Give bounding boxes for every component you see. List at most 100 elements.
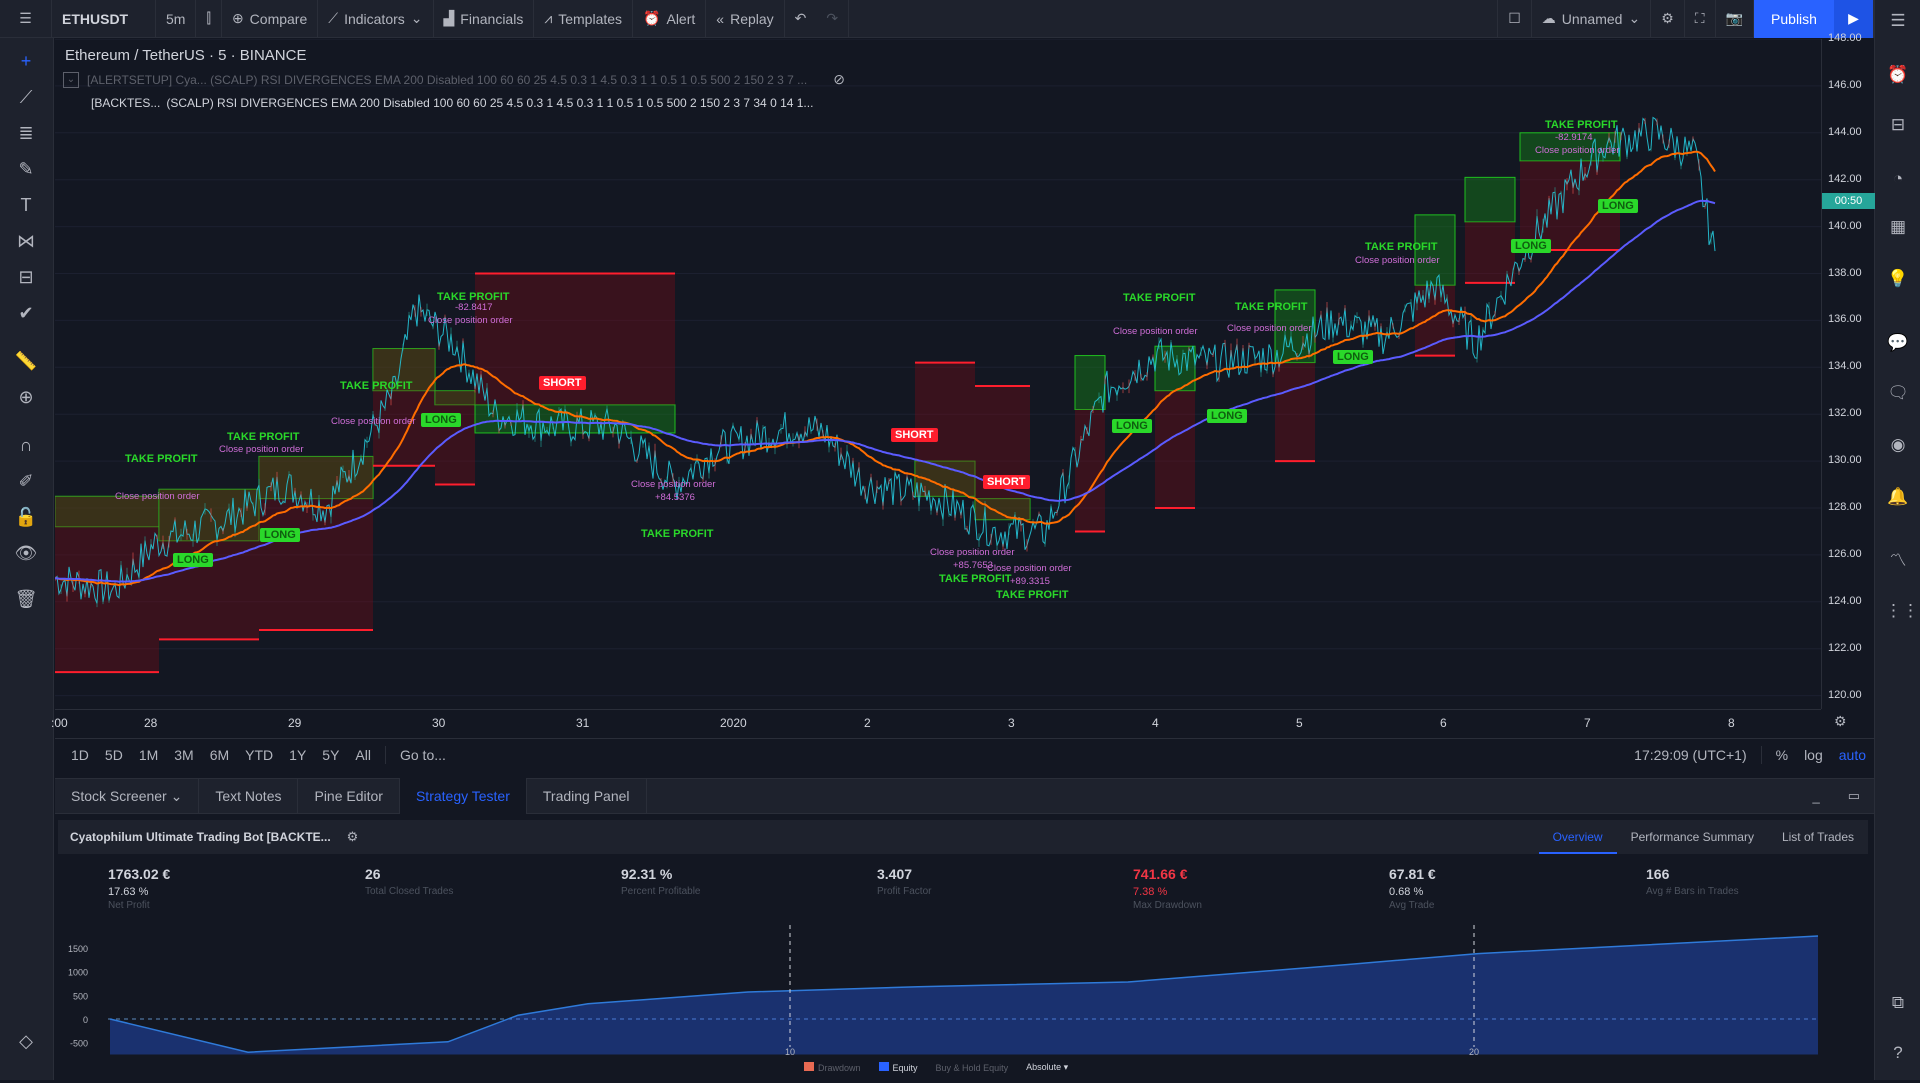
symbol-search[interactable]: ETHUSDT [52, 0, 156, 38]
alert-button[interactable]: ⏰ Alert [633, 0, 707, 38]
alerts-icon[interactable]: ⏰ [1885, 62, 1911, 88]
subtab-performance-summary[interactable]: Performance Summary [1617, 830, 1768, 844]
auto-toggle[interactable]: auto [1831, 747, 1874, 763]
tab-text-notes[interactable]: Text Notes [199, 778, 299, 814]
tab-stock-screener[interactable]: Stock Screener ⌄ [55, 778, 200, 814]
chart-title: Ethereum / TetherUS · 5 · BINANCE [65, 47, 307, 64]
range-5d[interactable]: 5D [97, 747, 131, 763]
price-axis[interactable]: 148.00 146.00 144.00 142.00 140.00 138.00 136.… [1821, 32, 1875, 709]
crosshair-icon[interactable]: + [13, 48, 39, 74]
range-1d[interactable]: 1D [63, 747, 97, 763]
calendar-icon[interactable]: ▦ [1885, 214, 1911, 240]
help-icon[interactable]: ? [1885, 1040, 1911, 1066]
goto-button[interactable]: Go to... [392, 747, 454, 763]
eye-icon[interactable]: 👁 [13, 540, 39, 566]
ideas-icon[interactable]: 💡 [1885, 266, 1911, 292]
tab-pine-editor[interactable]: Pine Editor [298, 778, 400, 814]
close-order-label: Close position order [930, 547, 1015, 558]
order-panel-icon[interactable]: 〽 [1885, 548, 1911, 574]
streams-icon[interactable]: ◉ [1885, 432, 1911, 458]
hotlist-icon[interactable]: ◔ [1885, 166, 1911, 192]
magnet-icon[interactable]: ∩ [13, 432, 39, 458]
fib-icon[interactable]: ≣ [13, 120, 39, 146]
layers-icon[interactable]: ◇ [13, 1028, 39, 1054]
compare-button[interactable]: ⊕ Compare [222, 0, 319, 38]
fullscreen-button[interactable]: ⛶ [1685, 0, 1716, 38]
stat-block: 92.31 % Percent Profitable [621, 866, 701, 897]
range-all[interactable]: All [347, 747, 379, 763]
strategy-name[interactable]: Cyatophilum Ultimate Trading Bot [BACKTE… [58, 830, 331, 844]
stat-block: 3.407 Profit Factor [877, 866, 931, 897]
close-order-label: Close position order [428, 315, 513, 326]
lock-icon[interactable]: 🔓 [13, 504, 39, 530]
time-axis[interactable]: :00 28 29 30 31 2020 2 3 4 5 6 7 8 [51, 709, 1821, 735]
interval-select[interactable]: 5m [156, 0, 197, 38]
notifications-icon[interactable]: 🔔 [1885, 484, 1911, 510]
legend-drawdown[interactable]: Drawdown [804, 1062, 861, 1073]
undo-button[interactable]: ↶ [785, 0, 817, 38]
subtab-list-of-trades[interactable]: List of Trades [1768, 830, 1868, 844]
messages-icon[interactable]: 🗨 [1885, 380, 1911, 406]
time-tick-label: 4 [1152, 716, 1159, 730]
collapse-icon[interactable]: ⌄ [63, 71, 79, 88]
range-1m[interactable]: 1M [131, 747, 166, 763]
templates-button[interactable]: ⩘ Templates [534, 0, 634, 38]
close-order-label: Close position order [987, 563, 1072, 574]
help-stack-icon[interactable]: ⧉ [1885, 990, 1911, 1016]
pattern-icon[interactable]: ⋈ [13, 228, 39, 254]
snapshot-button[interactable]: 📷 [1716, 0, 1754, 38]
take-profit-label: TAKE PROFIT [1123, 292, 1196, 304]
range-1y[interactable]: 1Y [281, 747, 314, 763]
take-profit-label: TAKE PROFIT [125, 453, 198, 465]
maximize-icon[interactable]: ▭ [1834, 788, 1874, 804]
indicators-button[interactable]: ⟋ Indicators ⌄ [318, 0, 434, 38]
legend-buyhold[interactable]: Buy & Hold Equity [936, 1063, 1009, 1073]
percent-toggle[interactable]: % [1768, 747, 1796, 763]
subtab-overview[interactable]: Overview [1538, 820, 1617, 854]
financials-button[interactable]: ▟ Financials [434, 0, 535, 38]
trendline-icon[interactable]: ⟋ [13, 84, 39, 110]
range-6m[interactable]: 6M [202, 747, 237, 763]
menu-icon[interactable]: ☰ [0, 0, 52, 38]
watchlist-icon[interactable]: ☰ [1885, 8, 1911, 34]
gear-icon: ⚙ [1661, 10, 1674, 26]
brush-icon[interactable]: ✎ [13, 156, 39, 182]
tab-trading-panel[interactable]: Trading Panel [527, 778, 647, 814]
data-window-icon[interactable]: ⊟ [1885, 112, 1911, 138]
absolute-select[interactable]: Absolute ▾ [1026, 1062, 1068, 1073]
dom-icon[interactable]: ⋮⋮ [1885, 598, 1919, 624]
range-5y[interactable]: 5Y [314, 747, 347, 763]
tab-strategy-tester[interactable]: Strategy Tester [399, 778, 527, 814]
chat-icon[interactable]: 💬 [1885, 330, 1911, 356]
stay-drawing-icon[interactable]: ✐ [13, 468, 39, 494]
range-3m[interactable]: 3M [166, 747, 201, 763]
publish-button[interactable]: Publish [1754, 0, 1834, 38]
text-icon[interactable]: T [13, 192, 39, 218]
hide-eye-icon[interactable]: ⊘ [833, 71, 845, 88]
take-profit-label: TAKE PROFIT [1365, 241, 1438, 253]
layout-name[interactable]: ☁ Unnamed ⌄ [1532, 0, 1652, 38]
time-tick-label: 30 [432, 716, 446, 730]
range-ytd[interactable]: YTD [237, 747, 281, 763]
chart-pane[interactable]: Ethereum / TetherUS · 5 · BINANCE ⌄ [ALE… [55, 39, 1821, 709]
indicator-legend-2[interactable]: [BACKTES... (SCALP) RSI DIVERGENCES EMA … [91, 96, 813, 110]
prediction-icon[interactable]: ⊟ [13, 264, 39, 290]
legend-equity[interactable]: Equity [878, 1062, 918, 1073]
replay-button[interactable]: «Replay [706, 0, 785, 38]
redo-button[interactable]: ↷ [816, 0, 850, 38]
trash-icon[interactable]: 🗑 [13, 586, 39, 612]
price-tick-label: 128.00 [1828, 501, 1862, 513]
gear-icon[interactable]: ⚙ [347, 829, 359, 845]
indicator-legend-1[interactable]: ⌄ [ALERTSETUP] Cya... (SCALP) RSI DIVERG… [63, 71, 845, 88]
settings-button[interactable]: ⚙ [1651, 0, 1685, 38]
minimize-icon[interactable]: _ [1798, 789, 1833, 804]
ruler-icon[interactable]: 📏 [13, 348, 39, 374]
plus-circle-icon: ⊕ [231, 10, 244, 26]
check-icon[interactable]: ✔ [13, 300, 39, 326]
zoom-icon[interactable]: ⊕ [13, 384, 39, 410]
layout-button[interactable]: ☐ [1497, 0, 1532, 38]
log-toggle[interactable]: log [1796, 747, 1831, 763]
chart-settings-gear-icon[interactable]: ⚙ [1834, 713, 1847, 730]
clock-label[interactable]: 17:29:09 (UTC+1) [1626, 747, 1754, 763]
chart-type-button[interactable]: ⫿ [196, 0, 222, 38]
